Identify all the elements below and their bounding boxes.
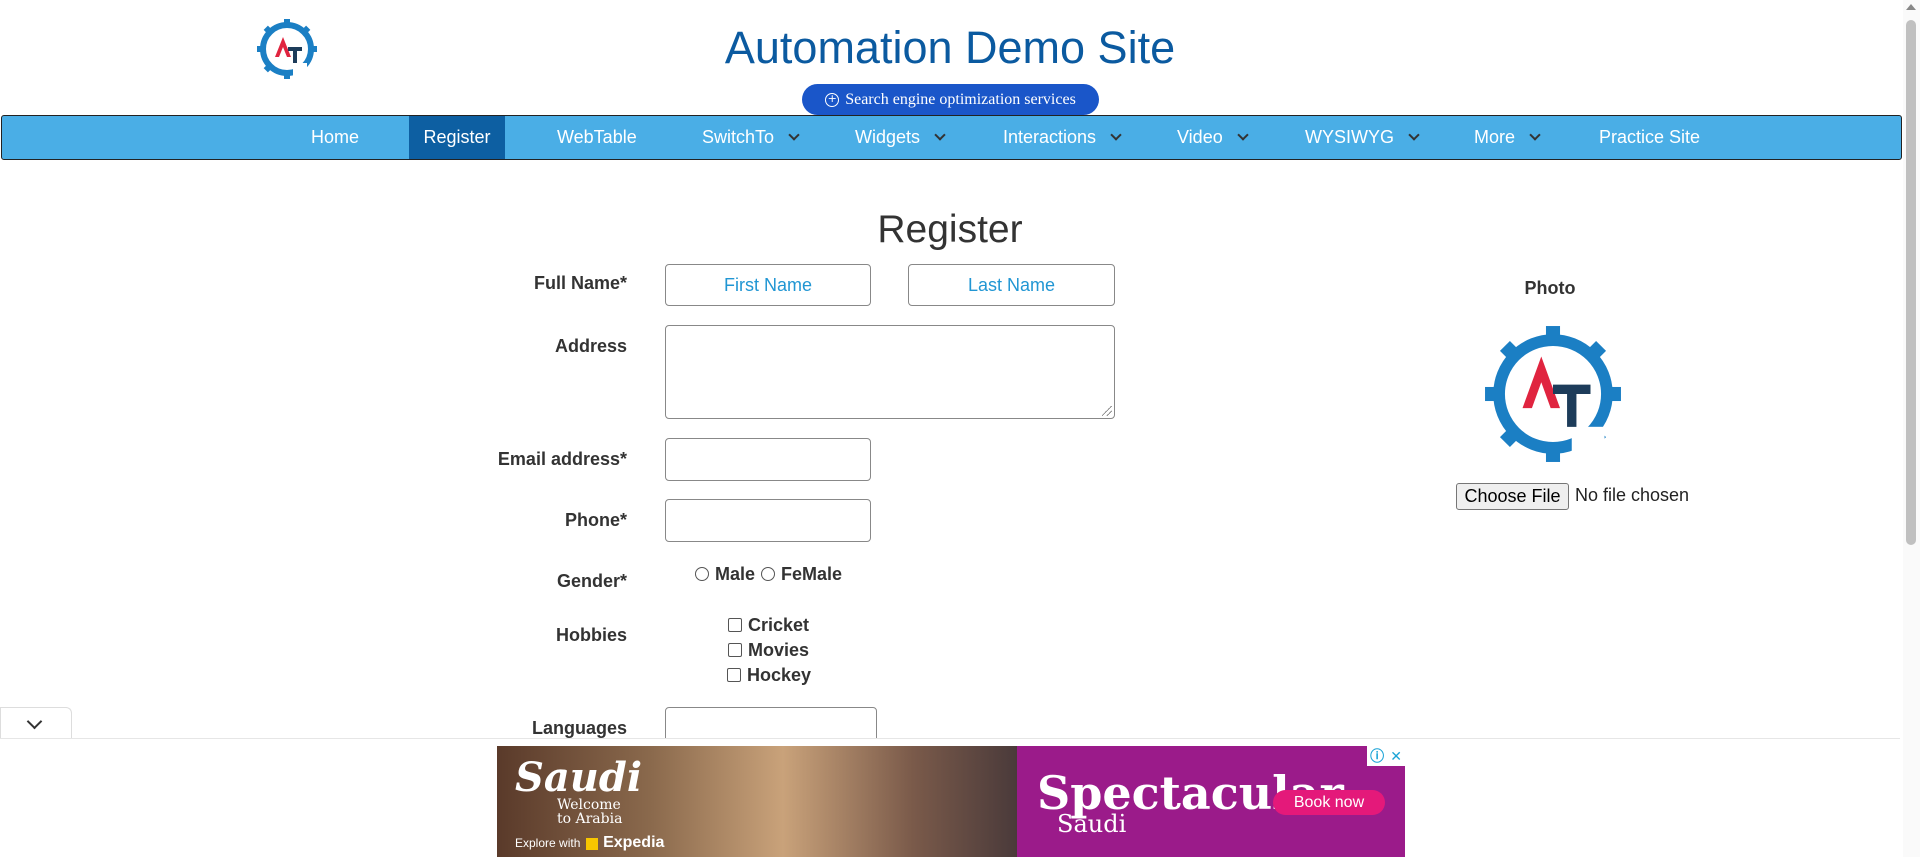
last-name-field[interactable]: [908, 264, 1115, 306]
nav-switchto[interactable]: SwitchTo: [702, 116, 800, 159]
nav-register-label: Register: [423, 127, 491, 147]
chevron-down-icon: [1237, 129, 1249, 141]
email-field[interactable]: [665, 438, 871, 481]
gender-male-radio[interactable]: [695, 567, 709, 581]
gender-label: Gender*: [556, 571, 627, 591]
hobby-movies-label: Movies: [748, 640, 810, 660]
ad-promo-panel: Spectacular Saudi Book now: [1017, 746, 1405, 857]
chevron-down-icon: [934, 129, 946, 141]
email-label: Email address*: [497, 449, 627, 469]
seo-services-label: Search engine optimization services: [845, 90, 1076, 108]
hobby-hockey-label: Hockey: [747, 665, 812, 685]
chevron-down-icon: [1408, 129, 1420, 141]
ad-banner[interactable]: Saudi Welcome to Arabia Explore with Exp…: [497, 746, 1405, 857]
close-icon[interactable]: ✕: [1390, 748, 1402, 765]
page-title: Register: [877, 208, 1023, 251]
chevron-down-icon: [788, 129, 800, 141]
choose-file-button[interactable]: Choose File: [1456, 483, 1569, 510]
main-navbar: Home Register WebTable SwitchTo Widgets …: [1, 115, 1902, 160]
languages-label: Languages: [531, 718, 627, 738]
photo-preview: [1478, 318, 1628, 470]
ad-partner: Expedia: [603, 834, 665, 851]
nav-register[interactable]: Register: [409, 116, 505, 159]
ad-explore-text: Explore with: [515, 836, 581, 850]
resize-grip-icon[interactable]: [1102, 406, 1112, 416]
collapse-ad-button[interactable]: [0, 707, 72, 739]
nav-wysiwyg[interactable]: WYSIWYG: [1305, 116, 1420, 159]
file-status-text: No file chosen: [1575, 485, 1690, 505]
nav-home[interactable]: Home: [295, 116, 375, 159]
chevron-down-icon: [1529, 129, 1541, 141]
ad-book-now-button[interactable]: Book now: [1273, 790, 1385, 815]
nav-interactions-label: Interactions: [1003, 127, 1097, 147]
seo-services-button[interactable]: + Search engine optimization services: [802, 84, 1099, 115]
nav-home-label: Home: [310, 127, 359, 147]
hobby-hockey-checkbox[interactable]: [727, 668, 741, 682]
nav-widgets[interactable]: Widgets: [855, 116, 946, 159]
nav-more-label: More: [1474, 127, 1516, 147]
nav-practice-site-label: Practice Site: [1599, 127, 1701, 147]
ad-choices[interactable]: ⓘ ✕: [1367, 746, 1405, 766]
nav-switchto-label: SwitchTo: [702, 127, 775, 147]
hobby-cricket-checkbox[interactable]: [728, 618, 742, 632]
photo-label: Photo: [1524, 278, 1576, 298]
nav-video[interactable]: Video: [1177, 116, 1249, 159]
full-name-label: Full Name*: [533, 273, 627, 293]
ad-brand: Saudi: [515, 754, 643, 801]
nav-widgets-label: Widgets: [855, 127, 921, 147]
address-textarea[interactable]: [665, 325, 1115, 419]
chevron-down-icon: [26, 713, 43, 730]
phone-label: Phone*: [564, 510, 627, 530]
ad-subheadline: Saudi: [1057, 810, 1127, 838]
expedia-logo-icon: [585, 837, 598, 850]
ad-welcome: Welcome to Arabia: [557, 797, 623, 827]
hobby-cricket-label: Cricket: [748, 615, 810, 635]
site-title: Automation Demo Site: [724, 22, 1176, 73]
nav-wysiwyg-label: WYSIWYG: [1305, 127, 1394, 147]
gender-male-label: Male: [715, 564, 756, 584]
nav-webtable[interactable]: WebTable: [557, 116, 637, 159]
scrollbar-thumb[interactable]: [1906, 20, 1916, 545]
first-name-input[interactable]: [666, 265, 870, 305]
first-name-field[interactable]: [665, 264, 871, 306]
last-name-input[interactable]: [909, 265, 1114, 305]
info-icon[interactable]: ⓘ: [1370, 746, 1384, 766]
phone-field[interactable]: [665, 499, 871, 542]
ad-explore: Explore with Expedia: [515, 834, 664, 852]
nav-practice-site[interactable]: Practice Site: [1599, 116, 1700, 159]
gender-female-label: FeMale: [781, 564, 843, 584]
nav-interactions[interactable]: Interactions: [1003, 116, 1122, 159]
address-label: Address: [554, 336, 627, 356]
gender-female-radio[interactable]: [761, 567, 775, 581]
hobby-movies-checkbox[interactable]: [728, 643, 742, 657]
hobbies-label: Hobbies: [555, 625, 627, 645]
nav-video-label: Video: [1177, 127, 1223, 147]
nav-webtable-label: WebTable: [557, 127, 637, 147]
plus-circle-icon: +: [825, 92, 840, 107]
scroll-up-icon[interactable]: [1906, 4, 1916, 10]
chevron-down-icon: [1110, 129, 1122, 141]
nav-more[interactable]: More: [1474, 116, 1541, 159]
